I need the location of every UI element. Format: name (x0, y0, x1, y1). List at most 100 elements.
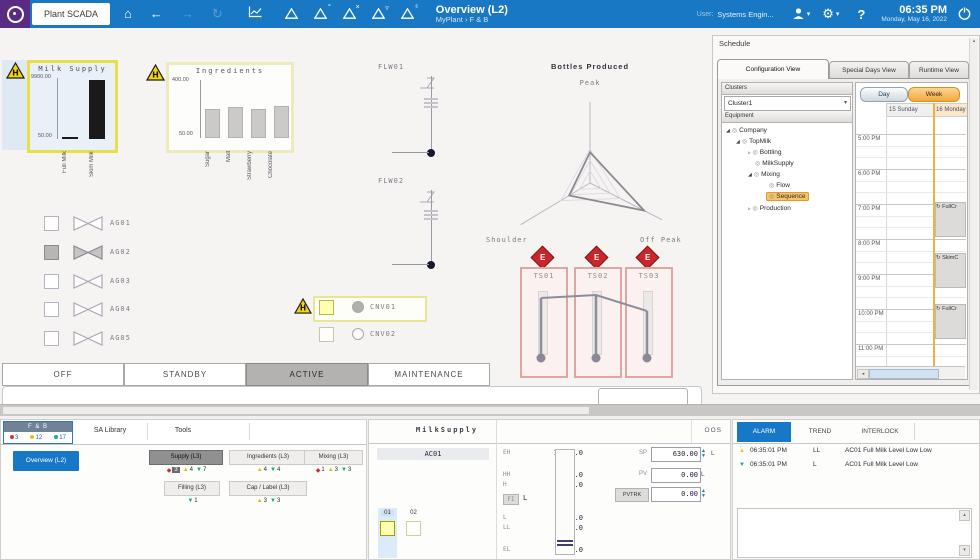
valve-icon[interactable] (72, 330, 104, 347)
tab-tools[interactable]: Tools (151, 427, 215, 434)
device-label[interactable]: AC01 (377, 448, 489, 460)
ingredients-l3-button[interactable]: Ingredients (L3) (229, 450, 307, 465)
alarm-row[interactable]: ▼ 06:35:01 PM L AC01 Full Milk Level Low (733, 461, 979, 474)
tree-item-company[interactable]: ◢◎Company (726, 125, 767, 136)
agitator-checkbox[interactable] (44, 302, 59, 317)
schedule-event[interactable]: ↻ FullCr (935, 304, 966, 339)
calendar-horizontal-scrollbar[interactable]: ◂ (856, 366, 965, 380)
mixing-l3-button[interactable]: Mixing (L3) (304, 450, 363, 465)
node-icon: ◎ (769, 183, 774, 189)
thermometer-track (592, 291, 602, 355)
settings-caret-icon[interactable]: ▾ (836, 10, 840, 18)
trend-icon[interactable] (248, 0, 262, 28)
valve-icon[interactable] (72, 301, 104, 318)
tab-f-and-b[interactable]: F & B 3 12 17 (3, 421, 73, 444)
valve-icon[interactable] (72, 273, 104, 290)
schedule-event[interactable]: ↻ FullCr (935, 202, 966, 237)
scroll-left-icon[interactable]: ◂ (857, 369, 869, 379)
day-view-button[interactable]: Day (860, 87, 908, 102)
mode-button-active[interactable]: ACTIVE (246, 363, 368, 386)
agitator-checkbox[interactable] (44, 331, 59, 346)
flow-meter-flw02[interactable] (390, 188, 440, 272)
scroll-up-icon[interactable]: ▴ (959, 510, 970, 521)
sel-01-checkbox[interactable] (380, 521, 395, 536)
user-icon[interactable] (792, 7, 805, 22)
node-icon: ◎ (755, 161, 760, 167)
tab-interlock[interactable]: INTERLOCK (849, 422, 911, 442)
pvtrk-input[interactable]: 0.00 (651, 487, 701, 502)
tank-ts02[interactable]: TS02 (574, 267, 622, 378)
cap-label-l3-button[interactable]: Cap / Label (L3) (229, 481, 307, 496)
alarm-shelved-icon[interactable]: ▿ (372, 8, 385, 21)
tab-alarm[interactable]: ALARM (737, 422, 791, 442)
overview-l2-button[interactable]: Overview (L2) (13, 451, 79, 471)
mode-button-off[interactable]: OFF (2, 363, 124, 386)
conveyor-checkbox[interactable] (319, 300, 334, 315)
expand-icon[interactable]: ▹ (748, 150, 751, 156)
help-icon[interactable]: ? (857, 7, 865, 22)
bar-sugar (205, 109, 220, 138)
user-menu-caret-icon[interactable]: ▾ (807, 10, 811, 18)
y-axis (57, 78, 58, 139)
tree-item-bottling[interactable]: ▹◎Bottling (748, 147, 781, 158)
tree-item-flow[interactable]: ◎Flow (769, 180, 790, 191)
sp-spinner[interactable]: ▲▼ (699, 447, 708, 460)
tab-special-days-view[interactable]: Special Days View (829, 61, 909, 79)
alarm-row[interactable]: ▲ 06:35:01 PM LL AC01 Full Milk Level Lo… (733, 447, 979, 460)
tank-ts03[interactable]: TS03 (625, 267, 673, 378)
agitator-label: AG04 (110, 305, 131, 313)
mode-button-maintenance[interactable]: MAINTENANCE (368, 363, 490, 386)
alarm-sound-icon[interactable]: ˢ (401, 8, 414, 21)
flow-meter-flw01[interactable] (390, 74, 440, 158)
pvtrk-button[interactable]: PVTRK (615, 488, 649, 502)
x-labels: Full MilkSkim Milk (62, 151, 116, 195)
alarm-icon[interactable] (285, 8, 298, 21)
expand-icon[interactable]: ▹ (748, 206, 751, 212)
scrollbar-thumb[interactable] (3, 407, 589, 414)
alarm-comment-box[interactable]: ▴ ▾ (737, 508, 972, 558)
expand-icon[interactable]: ◢ (736, 139, 740, 145)
home-icon[interactable]: ⌂ (124, 0, 132, 28)
alarm-disabled-icon[interactable]: × (343, 8, 356, 21)
tank-ts01[interactable]: TS01 (520, 267, 568, 378)
tree-item-sequence[interactable]: ◎Sequence (766, 191, 809, 202)
schedule-event[interactable]: ↻ SkimC (935, 253, 966, 288)
tree-item-topmilk[interactable]: ◢◎TopMilk (736, 136, 771, 147)
power-icon[interactable] (957, 6, 972, 23)
valve-icon[interactable] (72, 215, 104, 232)
tab-runtime-view[interactable]: Runtime View (909, 61, 969, 79)
tab-configuration-view[interactable]: Configuration View (717, 59, 829, 79)
agitator-checkbox[interactable] (44, 274, 59, 289)
conveyor-radio[interactable] (352, 301, 364, 313)
horizontal-scrollbar[interactable] (0, 404, 980, 416)
pvtrk-spinner[interactable]: ▲▼ (699, 487, 708, 500)
scroll-down-icon[interactable]: ▾ (959, 545, 970, 556)
mode-button-standby[interactable]: STANDBY (124, 363, 246, 386)
conveyor-radio[interactable] (352, 328, 364, 340)
scrollbar-thumb[interactable] (869, 369, 939, 379)
tree-item-milksupply[interactable]: ◎MilkSupply (755, 158, 794, 169)
supply-l3-button[interactable]: Supply (L3) (149, 450, 223, 465)
milksupply-faceplate: MilkSupply OOS AC01 01 02 EH10000.0 HH99… (368, 419, 731, 560)
week-view-button[interactable]: Week (908, 87, 960, 102)
sel-02-checkbox[interactable] (406, 521, 421, 536)
schedule-vertical-scrollbar[interactable]: ▴ (969, 38, 978, 390)
gear-icon[interactable]: ⚙ (822, 0, 834, 28)
agitator-checkbox[interactable] (44, 216, 59, 231)
expand-icon[interactable]: ◢ (726, 128, 730, 134)
agitator-checkbox[interactable] (44, 245, 59, 260)
alarm-unack-icon[interactable]: ° (314, 8, 327, 21)
tab-sa-library[interactable]: SA Library (75, 427, 145, 434)
tree-item-mixing[interactable]: ◢◎Mixing (748, 169, 780, 180)
limit-row: LL100.0 (503, 524, 599, 534)
tab-trend[interactable]: TREND (793, 422, 847, 442)
expand-icon[interactable]: ◢ (748, 172, 752, 178)
valve-icon[interactable] (72, 244, 104, 261)
conveyor-checkbox[interactable] (319, 327, 334, 342)
cluster-select[interactable]: Cluster1▾ (724, 96, 851, 111)
sp-input[interactable]: 630.00 (651, 447, 701, 462)
back-icon[interactable]: ← (150, 0, 163, 28)
scroll-up-icon[interactable]: ▴ (973, 38, 976, 44)
filling-l3-button[interactable]: Filling (L3) (164, 481, 220, 496)
tree-item-production[interactable]: ▹◎Production (748, 203, 791, 214)
